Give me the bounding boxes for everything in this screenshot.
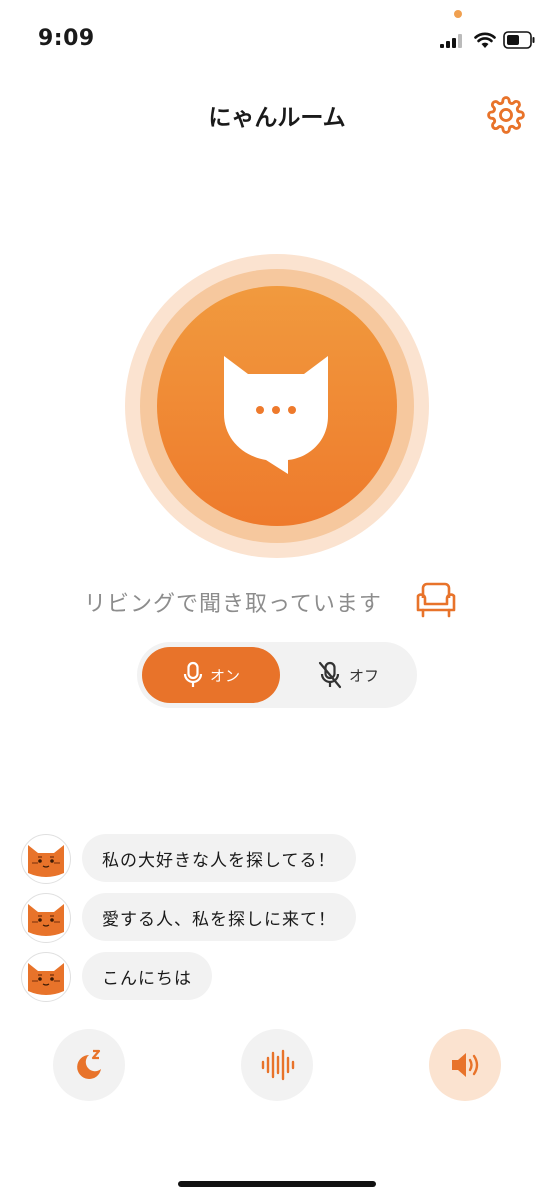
microphone-icon: [183, 661, 203, 687]
cat-face-icon: [28, 845, 64, 877]
cat-avatar: [21, 893, 71, 943]
cat-avatar: [21, 952, 71, 1002]
mic-off-label: オフ: [348, 666, 379, 685]
home-indicator[interactable]: [178, 1181, 376, 1187]
cat-face-icon: [28, 904, 64, 936]
page-title: にゃんルーム: [208, 105, 346, 131]
soundwave-icon: [261, 1049, 295, 1081]
cellular-signal-icon: [440, 34, 462, 48]
cat-avatar: [21, 834, 71, 884]
mic-on-label: オン: [209, 666, 240, 685]
sofa-room-icon[interactable]: [414, 580, 458, 620]
privacy-indicator-dot: [454, 10, 462, 18]
settings-gear-icon[interactable]: [487, 96, 525, 134]
mic-off-button[interactable]: オフ: [284, 647, 412, 703]
speaker-button[interactable]: [429, 1029, 501, 1101]
mic-on-button[interactable]: オン: [142, 647, 280, 703]
microphone-muted-icon: [318, 661, 342, 689]
sleep-moon-icon: [77, 1049, 101, 1079]
speaker-icon: [452, 1053, 479, 1077]
listening-status-text: リビングで聞き取っています: [84, 592, 382, 617]
chat-bubble: 愛する人、私を探しに来て！: [82, 893, 356, 941]
chat-bubble: 私の大好きな人を探してる！: [82, 834, 356, 882]
battery-icon: [503, 31, 535, 49]
chat-bubble: こんにちは: [82, 952, 212, 1000]
status-time: 9:09: [38, 26, 95, 51]
wifi-icon: [474, 32, 496, 48]
cat-chat-bubble-icon: [224, 356, 328, 474]
sleep-button[interactable]: [53, 1029, 125, 1101]
soundwave-button[interactable]: [241, 1029, 313, 1101]
cat-face-icon: [28, 963, 64, 995]
